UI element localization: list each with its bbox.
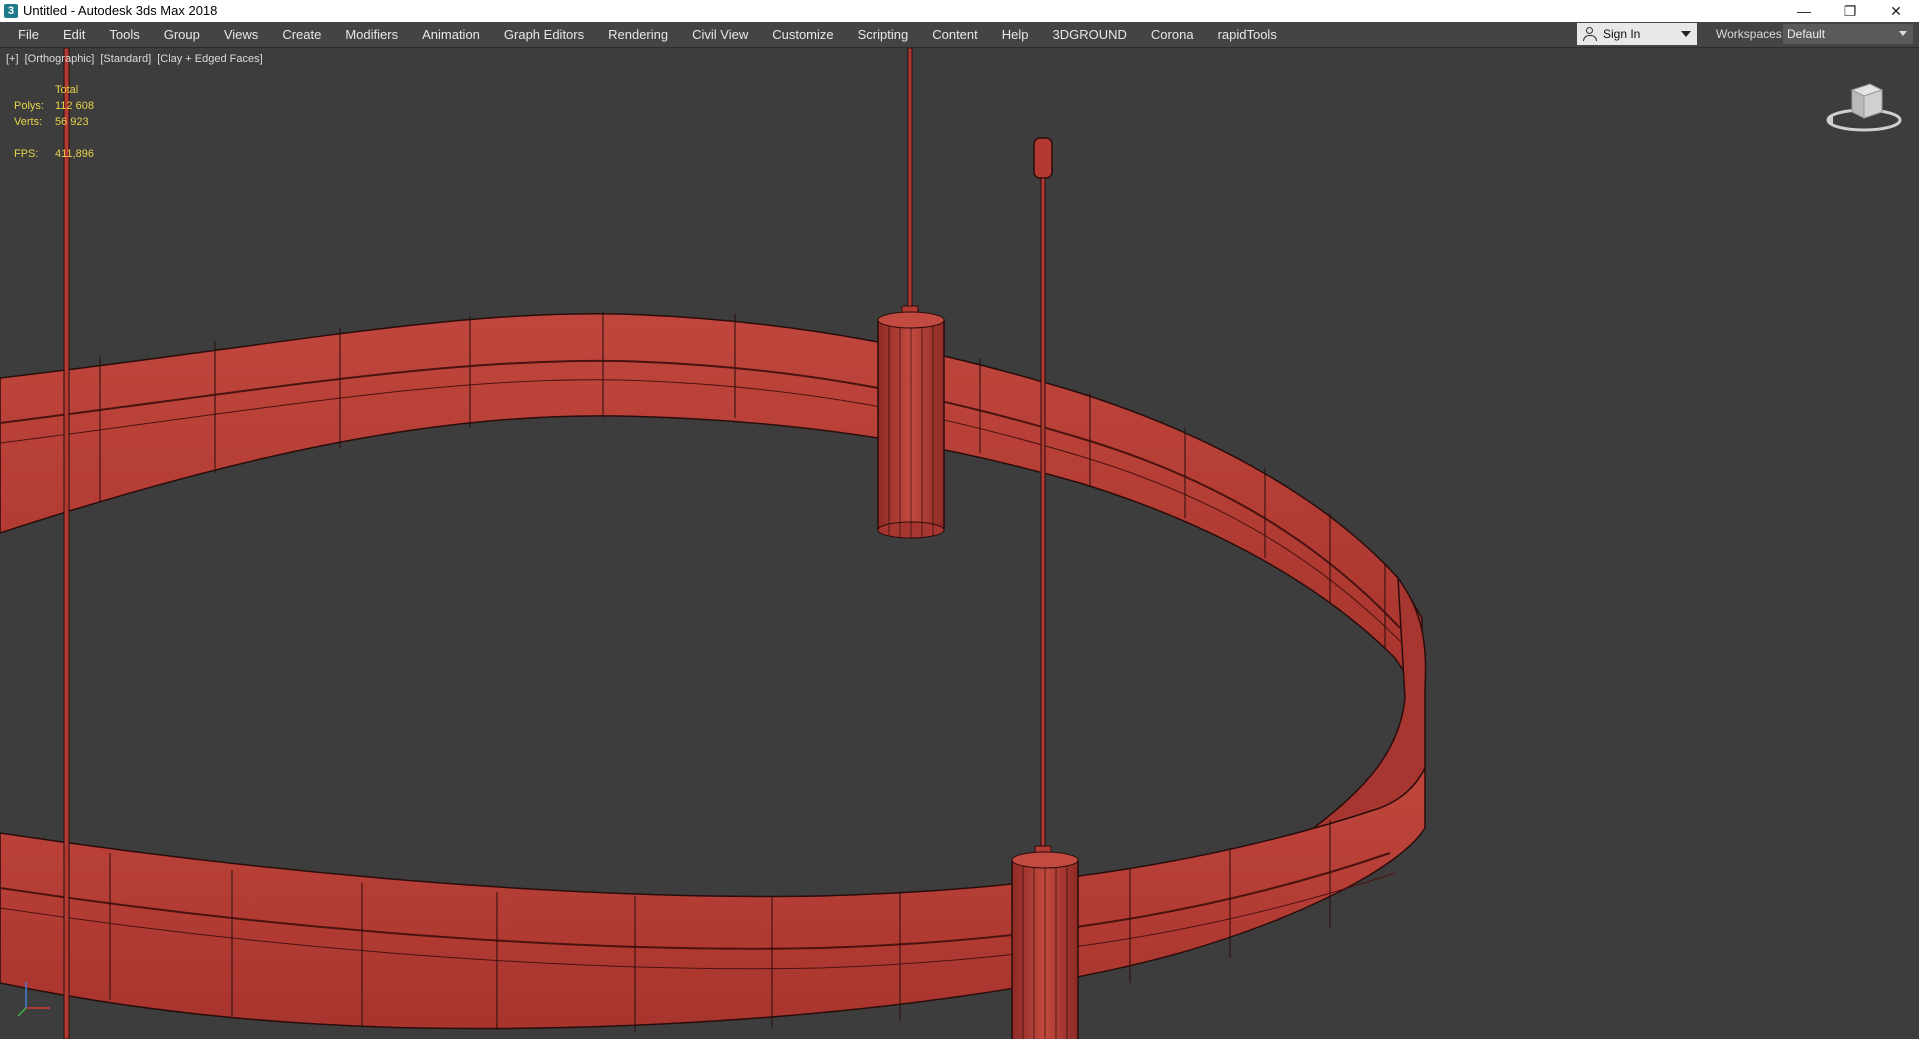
viewport-shading-standard[interactable]: [Standard] — [100, 53, 151, 65]
close-icon[interactable]: ✕ — [1873, 0, 1919, 22]
menu-corona[interactable]: Corona — [1139, 22, 1206, 47]
sign-in-button[interactable]: Sign In — [1577, 23, 1697, 45]
stats-header: Total — [55, 84, 79, 96]
workspaces-value: Default — [1787, 27, 1826, 41]
menu-3dground[interactable]: 3DGROUND — [1041, 22, 1139, 47]
cylinder-front-top — [1011, 851, 1079, 869]
restore-icon[interactable]: ❐ — [1827, 0, 1873, 22]
user-icon — [1583, 27, 1597, 41]
viewport-point-of-view[interactable]: [Orthographic] — [25, 53, 95, 65]
axis-tripod-icon — [17, 982, 50, 1017]
menu-views[interactable]: Views — [212, 22, 270, 47]
menu-customize[interactable]: Customize — [760, 22, 845, 47]
menu-help[interactable]: Help — [990, 22, 1041, 47]
menu-file[interactable]: File — [6, 22, 51, 47]
fps-label: FPS: — [14, 148, 39, 160]
perspective-viewport[interactable]: [+] [Orthographic] [Standard] [Clay + Ed… — [0, 48, 1919, 1039]
verts-label: Verts: — [14, 116, 43, 128]
rod-front — [1040, 177, 1046, 849]
menu-graph-editors[interactable]: Graph Editors — [492, 22, 596, 47]
menu-modifiers[interactable]: Modifiers — [333, 22, 410, 47]
menu-animation[interactable]: Animation — [410, 22, 492, 47]
minimize-icon[interactable]: — — [1781, 0, 1827, 22]
menu-content[interactable]: Content — [920, 22, 990, 47]
menu-scripting[interactable]: Scripting — [846, 22, 921, 47]
scene-geometry[interactable] — [0, 48, 1919, 1039]
menu-bar: File Edit Tools Group Views Create Modif… — [0, 22, 1919, 48]
sign-in-label: Sign In — [1603, 27, 1641, 41]
cylinder-back-top — [877, 311, 945, 329]
verts-value: 56 923 — [55, 116, 89, 128]
rod-back — [907, 48, 913, 311]
polys-value: 112 608 — [55, 100, 94, 112]
chevron-down-icon — [1899, 31, 1907, 36]
title-bar: 3 Untitled - Autodesk 3ds Max 2018 — ❐ ✕ — [0, 0, 1919, 22]
menu-edit[interactable]: Edit — [51, 22, 97, 47]
main-menu: File Edit Tools Group Views Create Modif… — [6, 22, 1289, 47]
rod-front-knob — [1033, 137, 1053, 179]
viewcube-icon[interactable] — [1824, 80, 1904, 140]
workspaces-label: Workspaces: — [1716, 27, 1786, 41]
menu-create[interactable]: Create — [270, 22, 333, 47]
viewport-menu-plus[interactable]: [+] — [6, 53, 19, 65]
workspaces-select[interactable]: Default — [1783, 24, 1913, 44]
menu-tools[interactable]: Tools — [97, 22, 151, 47]
menu-group[interactable]: Group — [152, 22, 212, 47]
viewport-display-mode[interactable]: [Clay + Edged Faces] — [157, 53, 262, 65]
window-title: Untitled - Autodesk 3ds Max 2018 — [23, 3, 218, 18]
fps-value: 411,896 — [55, 148, 94, 160]
menu-rapidtools[interactable]: rapidTools — [1206, 22, 1289, 47]
menu-rendering[interactable]: Rendering — [596, 22, 680, 47]
viewport-label[interactable]: [+] [Orthographic] [Standard] [Clay + Ed… — [6, 53, 266, 65]
ring-front-wall — [0, 767, 1426, 1030]
chevron-down-icon[interactable] — [1681, 31, 1691, 37]
menu-civil-view[interactable]: Civil View — [680, 22, 760, 47]
rod-left — [63, 48, 70, 1039]
polys-label: Polys: — [14, 100, 44, 112]
app-icon: 3 — [4, 4, 18, 18]
